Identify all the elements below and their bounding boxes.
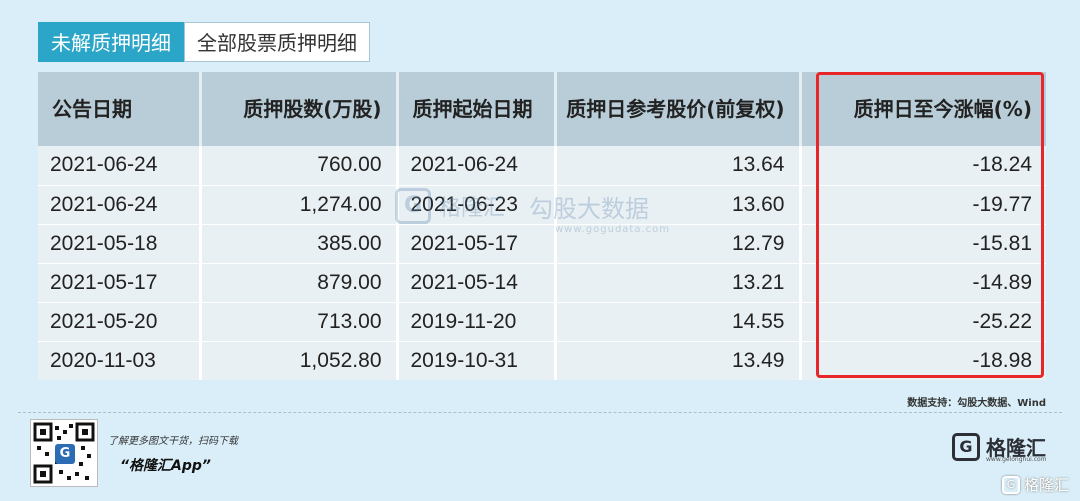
announce-date-cell: 2020-11-03	[38, 341, 202, 380]
qr-code-icon: G	[30, 419, 98, 487]
announce-date-cell: 2021-05-18	[38, 224, 202, 264]
announce-date-cell: 2021-05-20	[38, 302, 202, 342]
app-name: “格隆汇App”	[120, 458, 211, 474]
pledged-shares-cell: 1,274.00	[200, 185, 399, 225]
change-since-pledge-cell: -19.77	[800, 185, 1046, 225]
promo-text: 了解更多图文干货，扫码下载	[108, 436, 238, 447]
header-pledged-shares: 质押股数(万股)	[200, 72, 399, 146]
table-row: 2020-11-03 1,052.80 2019-10-31 13.49 -18.98	[38, 341, 1046, 380]
table-row: 2021-06-24 760.00 2021-06-24 13.64 -18.24	[38, 146, 1046, 186]
pledged-shares-cell: 1,052.80	[200, 341, 399, 380]
brand-logo: G 格隆汇 www.gelonghui.com	[952, 432, 1047, 463]
data-source: 数据支持：勾股大数据、Wind	[907, 398, 1046, 409]
table-row: 2021-05-18 385.00 2021-05-17 12.79 -15.81	[38, 224, 1046, 264]
tab-bar: 未解质押明细 全部股票质押明细	[38, 22, 370, 62]
tab-all-pledges[interactable]: 全部股票质押明细	[184, 22, 370, 62]
pledged-shares-cell: 879.00	[200, 263, 399, 303]
pledge-start-date-cell: 2021-06-24	[397, 146, 557, 186]
pledge-start-date-cell: 2019-11-20	[397, 302, 557, 342]
pledge-start-date-cell: 2021-06-23	[397, 185, 557, 225]
qr-brand-icon: G	[55, 444, 75, 464]
change-since-pledge-cell: -15.81	[800, 224, 1046, 264]
header-announce-date: 公告日期	[38, 72, 202, 146]
reference-price-cell: 12.79	[555, 224, 802, 264]
change-since-pledge-cell: -18.24	[800, 146, 1046, 186]
pledge-start-date-cell: 2019-10-31	[397, 341, 557, 380]
announce-date-cell: 2021-06-24	[38, 146, 202, 186]
corner-text: 格隆汇	[1024, 476, 1070, 494]
tab-unreleased-pledges[interactable]: 未解质押明细	[38, 22, 184, 62]
reference-price-cell: 13.21	[555, 263, 802, 303]
change-since-pledge-cell: -14.89	[800, 263, 1046, 303]
pledge-table: 公告日期 质押股数(万股) 质押起始日期 质押日参考股价(前复权) 质押日至今涨…	[38, 72, 1046, 380]
announce-date-cell: 2021-05-17	[38, 263, 202, 303]
pledged-shares-cell: 385.00	[200, 224, 399, 264]
change-since-pledge-cell: -25.22	[800, 302, 1046, 342]
pledge-start-date-cell: 2021-05-14	[397, 263, 557, 303]
table-header-row: 公告日期 质押股数(万股) 质押起始日期 质押日参考股价(前复权) 质押日至今涨…	[38, 72, 1046, 146]
pledge-start-date-cell: 2021-05-17	[397, 224, 557, 264]
reference-price-cell: 14.55	[555, 302, 802, 342]
brand-url: www.gelonghui.com	[986, 456, 1047, 463]
announce-date-cell: 2021-06-24	[38, 185, 202, 225]
header-reference-price: 质押日参考股价(前复权)	[555, 72, 802, 146]
divider	[18, 412, 1062, 413]
pledged-shares-cell: 760.00	[200, 146, 399, 186]
reference-price-cell: 13.60	[555, 185, 802, 225]
table-row: 2021-05-20 713.00 2019-11-20 14.55 -25.22	[38, 302, 1046, 342]
reference-price-cell: 13.64	[555, 146, 802, 186]
header-change-since-pledge: 质押日至今涨幅(%)	[800, 72, 1046, 146]
change-since-pledge-cell: -18.98	[800, 341, 1046, 380]
header-pledge-start-date: 质押起始日期	[397, 72, 557, 146]
table-row: 2021-06-24 1,274.00 2021-06-23 13.60 -19.77	[38, 185, 1046, 225]
pledged-shares-cell: 713.00	[200, 302, 399, 342]
corner-logo-icon: G	[1002, 475, 1020, 494]
brand-mark-icon: G	[952, 432, 980, 461]
corner-watermark: G 格隆汇	[1002, 474, 1069, 495]
reference-price-cell: 13.49	[555, 341, 802, 380]
table-row: 2021-05-17 879.00 2021-05-14 13.21 -14.89	[38, 263, 1046, 303]
